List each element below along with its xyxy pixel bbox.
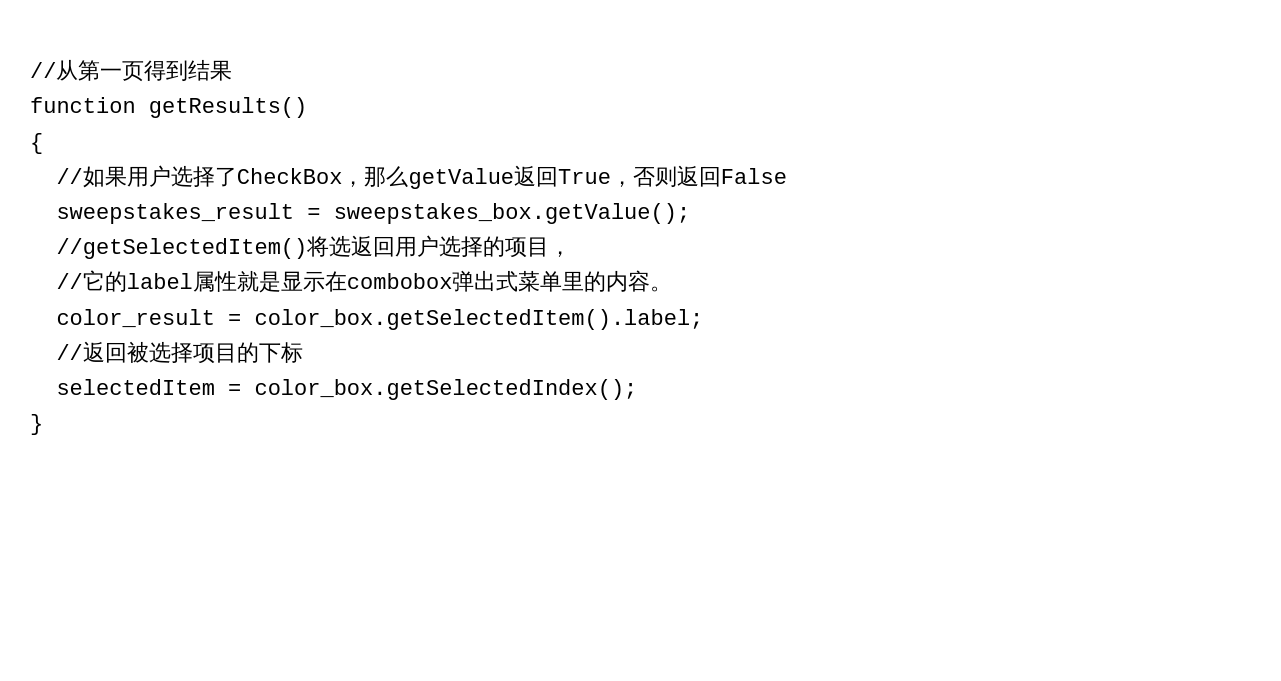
- selected-item: selectedItem = color_box.getSelectedInde…: [30, 372, 1251, 407]
- comment-checkbox: //如果用户选择了CheckBox，那么getValue返回True，否则返回F…: [30, 161, 1251, 196]
- close-brace: }: [30, 407, 1251, 442]
- comment-getselecteditem2: //它的label属性就是显示在combobox弹出式菜单里的内容。: [30, 266, 1251, 301]
- comment-getselecteditem1: //getSelectedItem()将选返回用户选择的项目，: [30, 231, 1251, 266]
- comment-heading: //从第一页得到结果: [30, 55, 1251, 90]
- function-decl: function getResults(): [30, 90, 1251, 125]
- open-brace: {: [30, 126, 1251, 161]
- code-block: //从第一页得到结果function getResults(){ //如果用户选…: [30, 20, 1251, 442]
- sweepstakes-result: sweepstakes_result = sweepstakes_box.get…: [30, 196, 1251, 231]
- comment-index: //返回被选择项目的下标: [30, 337, 1251, 372]
- color-result: color_result = color_box.getSelectedItem…: [30, 302, 1251, 337]
